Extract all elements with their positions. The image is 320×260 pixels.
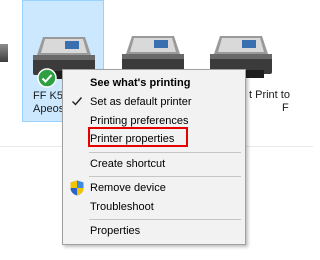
menu-item-label: Create shortcut bbox=[90, 158, 166, 170]
menu-item-see-whats-printing[interactable]: See what's printing bbox=[63, 73, 245, 93]
printer-name-label-3: t Print to F bbox=[249, 89, 290, 115]
menu-separator bbox=[89, 219, 241, 220]
highlight-annotation-box bbox=[88, 127, 188, 147]
menu-item-label: Remove device bbox=[90, 182, 166, 194]
menu-item-label: Troubleshoot bbox=[90, 201, 154, 213]
menu-item-label: Properties bbox=[90, 225, 141, 237]
printer-name-line1: t Print to bbox=[249, 89, 290, 101]
menu-item-label: See what's printing bbox=[90, 77, 191, 89]
menu-item-create-shortcut[interactable]: Create shortcut bbox=[63, 154, 245, 174]
partial-device-icon[interactable] bbox=[0, 44, 8, 62]
menu-item-label: Printing preferences bbox=[90, 115, 189, 127]
printer-name-line2: F bbox=[282, 102, 289, 114]
menu-item-remove-device[interactable]: Remove device bbox=[63, 178, 245, 198]
menu-separator bbox=[89, 152, 241, 153]
uac-shield-icon bbox=[70, 180, 84, 196]
menu-separator bbox=[89, 176, 241, 177]
menu-item-properties[interactable]: Properties bbox=[63, 221, 245, 241]
menu-item-set-default[interactable]: Set as default printer bbox=[63, 92, 245, 112]
default-printer-check-icon bbox=[37, 68, 57, 88]
checkmark-icon bbox=[72, 97, 83, 106]
devices-and-printers-view: FF K5 ApeosP t Print to F See what's pri… bbox=[0, 0, 313, 260]
menu-item-troubleshoot[interactable]: Troubleshoot bbox=[63, 197, 245, 217]
menu-item-label: Set as default printer bbox=[90, 96, 192, 108]
context-menu: See what's printing Set as default print… bbox=[62, 69, 246, 245]
